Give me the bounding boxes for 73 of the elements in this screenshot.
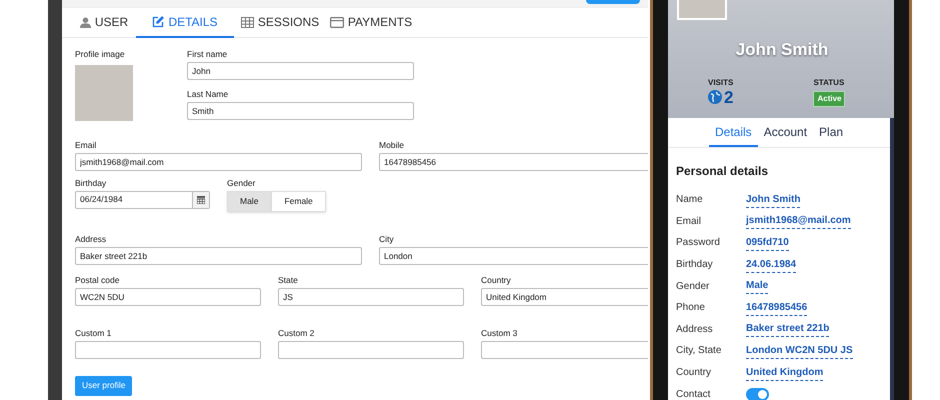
input-field[interactable] (481, 340, 648, 359)
calendar-icon[interactable] (197, 196, 205, 204)
field-label: Email (75, 138, 98, 150)
detail-label: Contact (676, 388, 712, 400)
date-input[interactable]: 06/24/1984 (76, 192, 192, 208)
input-field[interactable]: 16478985456 (379, 152, 648, 171)
input-field[interactable] (278, 340, 464, 359)
detail-label: Country (676, 366, 712, 380)
globe-icon (708, 90, 722, 104)
editable-link[interactable]: 24.06.1984 (746, 256, 796, 273)
input-field[interactable]: Smith (187, 102, 414, 120)
editable-link[interactable]: John Smith (746, 192, 800, 208)
field-label: State (278, 274, 299, 285)
field-label: Address (75, 232, 108, 244)
field-label: Mobile (379, 138, 406, 150)
top-button[interactable] (586, 0, 640, 4)
editable-link[interactable]: 095fd710 (746, 234, 789, 251)
editable-link[interactable]: 16478985456 (746, 300, 808, 316)
toggle-switch[interactable] (746, 388, 769, 400)
stat-label: VISITS (708, 76, 734, 88)
tab[interactable]: USER (72, 8, 136, 38)
photo-placeholder (75, 64, 133, 121)
tab[interactable]: PAYMENTS (326, 8, 416, 38)
gender-option[interactable]: Female (271, 190, 326, 212)
field-label: Profile image (75, 48, 126, 61)
editable-link[interactable]: London WC2N 5DU JS (746, 342, 853, 359)
editable-link[interactable]: United Kingdom (746, 364, 824, 381)
field-label: Custom 3 (481, 326, 518, 338)
input-field[interactable]: United Kingdom (481, 288, 648, 306)
input-field[interactable]: JS (278, 288, 464, 306)
detail-label: Password (676, 236, 721, 250)
tab[interactable]: DETAILS (136, 8, 234, 38)
detail-label: City, State (676, 344, 722, 358)
gender-option[interactable]: Male (227, 190, 272, 212)
input-field[interactable] (75, 340, 261, 359)
input-field[interactable]: jsmith1968@mail.com (75, 152, 362, 171)
avatar-placeholder (677, 0, 727, 20)
detail-label: Email (676, 214, 702, 229)
stat-label: STATUS (813, 76, 844, 88)
field-label: Custom 2 (278, 326, 316, 338)
visits-count: 2 (724, 88, 734, 106)
editable-link[interactable]: Baker street 221b (746, 321, 830, 338)
input-field[interactable]: John (187, 62, 414, 80)
detail-label: Address (676, 322, 714, 337)
editable-link[interactable]: Male (746, 278, 768, 294)
input-field[interactable]: Baker street 221b (75, 246, 362, 265)
edit-icon (152, 16, 164, 28)
editable-link[interactable]: jsmith1968@mail.com (746, 213, 851, 230)
section-title: Personal details (676, 163, 770, 180)
field-label: Country (481, 274, 512, 285)
profile-name: John Smith (734, 39, 830, 61)
detail-label: Gender (676, 280, 710, 294)
field-label: Postal code (75, 274, 120, 285)
detail-label: Birthday (676, 258, 714, 272)
table-icon (240, 16, 254, 28)
tab[interactable]: Plan (813, 118, 850, 147)
tab[interactable]: Account (758, 118, 814, 147)
field-label: City (379, 232, 395, 244)
tab[interactable]: Details (709, 118, 758, 147)
field-label: Last Name (187, 88, 230, 99)
field-label: Birthday (75, 176, 108, 188)
input-field[interactable]: WC2N 5DU (75, 288, 261, 306)
field-label: First name (187, 48, 228, 59)
field-label: Gender (227, 176, 256, 188)
status-badge: Active (813, 90, 846, 106)
detail-label: Name (676, 193, 704, 208)
detail-label: Phone (676, 301, 706, 316)
field-label: Custom 1 (75, 326, 112, 338)
input-field[interactable]: London (379, 246, 648, 265)
tab[interactable]: SESSIONS (234, 8, 326, 38)
date-field[interactable]: 06/24/1984 (75, 190, 210, 209)
user-icon (80, 16, 91, 28)
credit-card-icon (330, 16, 344, 28)
